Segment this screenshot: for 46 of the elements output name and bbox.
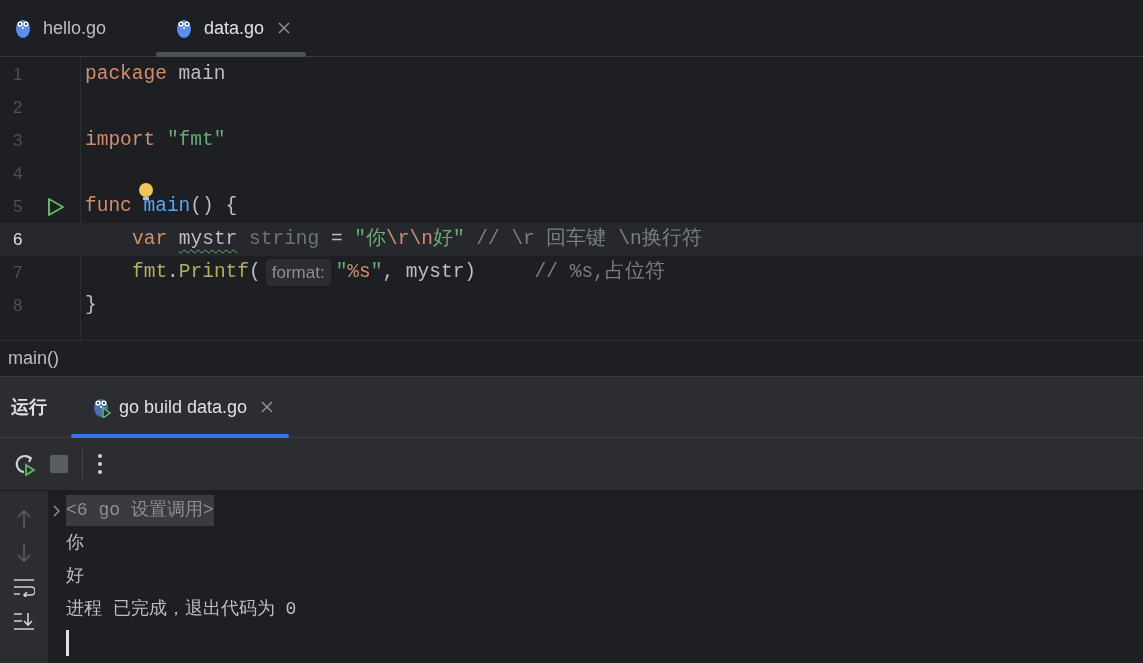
code-token: ( bbox=[249, 259, 261, 285]
panel-title: 运行 bbox=[11, 395, 48, 419]
code-token: () { bbox=[190, 193, 238, 219]
code-token: var bbox=[132, 226, 169, 252]
text-cursor bbox=[66, 629, 69, 656]
code-token: 好" bbox=[432, 226, 465, 252]
code-token: } bbox=[85, 292, 97, 318]
code-token: package bbox=[85, 61, 167, 87]
run-icon[interactable] bbox=[47, 196, 65, 217]
code-token: "fmt" bbox=[166, 127, 226, 153]
code-token: fmt bbox=[132, 259, 168, 285]
file-tab[interactable]: data.go bbox=[154, 0, 309, 56]
code-token: %s bbox=[347, 259, 371, 285]
file-tab[interactable]: hello.go bbox=[0, 0, 155, 56]
close-icon[interactable] bbox=[261, 401, 274, 413]
code-token: // %s,占位符 bbox=[534, 259, 665, 285]
console-output: 好 bbox=[66, 565, 84, 588]
code-token: = bbox=[329, 226, 344, 252]
code-token: " bbox=[335, 259, 348, 285]
code-token: , mystr) bbox=[382, 259, 478, 285]
soft-wrap-icon[interactable] bbox=[13, 577, 35, 597]
gopher-run-icon bbox=[91, 396, 111, 418]
code-token: mystr bbox=[178, 226, 238, 252]
breadcrumb[interactable]: main() bbox=[8, 345, 59, 372]
folded-lines[interactable]: <6 go 设置调用> bbox=[66, 495, 214, 526]
close-icon[interactable] bbox=[278, 22, 291, 34]
console-output: 进程 已完成，退出代码为 0 bbox=[66, 598, 297, 621]
code-token: main bbox=[177, 61, 226, 87]
code-token: func bbox=[85, 193, 133, 219]
code-token: Printf bbox=[178, 259, 250, 285]
gopher-icon bbox=[13, 17, 33, 39]
line-number: 6 bbox=[13, 228, 24, 251]
more-icon[interactable] bbox=[97, 453, 103, 475]
console-output: 你 bbox=[66, 532, 84, 555]
code-token: " bbox=[370, 259, 383, 285]
code-token: main bbox=[143, 193, 191, 219]
code-token: string bbox=[248, 226, 320, 252]
code-token: import bbox=[85, 127, 157, 153]
code-token: "你 bbox=[354, 226, 387, 252]
code-token: // \r 回车键 \n换行符 bbox=[475, 226, 702, 252]
parameter-hint: format: bbox=[265, 258, 331, 287]
expand-icon[interactable] bbox=[52, 503, 62, 518]
run-tab[interactable]: go build data.go bbox=[71, 377, 290, 437]
code-token: \r\n bbox=[386, 226, 433, 252]
code-token: . bbox=[167, 259, 179, 285]
scroll-to-end-icon[interactable] bbox=[13, 611, 35, 631]
